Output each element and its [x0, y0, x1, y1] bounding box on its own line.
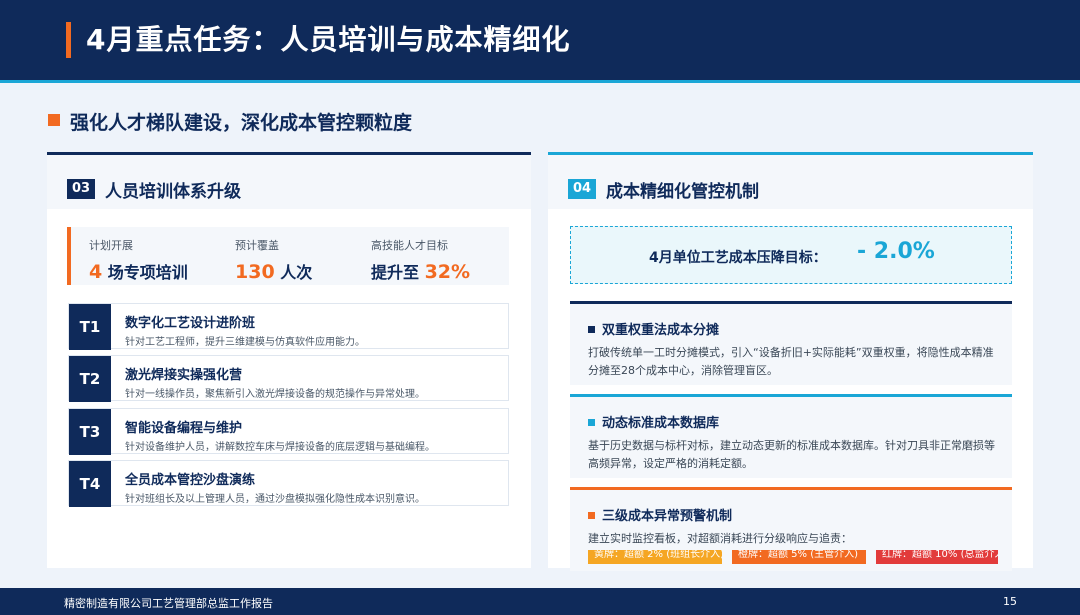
- task-title: 激光焊接实操强化营: [125, 368, 243, 383]
- mechanism-card-1: 双重权重法成本分摊 打破传统单一工时分摊模式，引入“设备折旧+实际能耗”双重权重…: [570, 301, 1012, 385]
- section-subtitle: 强化人才梯队建设，深化成本管控颗粒度: [70, 112, 413, 134]
- mechanism-card-3: 三级成本异常预警机制 建立实时监控看板，对超额消耗进行分级响应与追责： 黄牌：超…: [570, 487, 1012, 571]
- stat-coverage: 预计覆盖 130 人次: [235, 237, 312, 283]
- stat-value: 130 人次: [235, 259, 312, 283]
- task-item-t3: T3 智能设备编程与维护 针对设备维护人员，讲解数控车床与焊接设备的底层逻辑与基…: [68, 408, 509, 455]
- training-panel-header: 03 人员培训体系升级: [47, 155, 531, 209]
- stat-sessions: 计划开展 4 场专项培训: [89, 237, 188, 283]
- task-tag: T3: [69, 409, 111, 455]
- cost-panel-title: 成本精细化管控机制: [606, 182, 759, 202]
- task-item-t4: T4 全员成本管控沙盘演练 针对班组长及以上管理人员，通过沙盘模拟强化隐性成本识…: [68, 460, 509, 507]
- stat-value-unit: 人次: [274, 263, 313, 282]
- square-bullet-icon: [588, 512, 595, 519]
- mechanism-card-2: 动态标准成本数据库 基于历史数据与标杆对标，建立动态更新的标准成本数据库。针对刀…: [570, 394, 1012, 478]
- stat-talent-target: 高技能人才目标 提升至 32%: [371, 237, 470, 283]
- cost-target-label: 4月单位工艺成本压降目标：: [649, 250, 827, 266]
- task-tag: T4: [69, 461, 111, 507]
- stat-value: 提升至 32%: [371, 259, 470, 283]
- square-bullet-icon: [588, 419, 595, 426]
- header-accent-bar: [66, 22, 71, 58]
- page-title: 4月重点任务：人员培训与成本精细化: [86, 23, 571, 56]
- training-panel: 03 人员培训体系升级 计划开展 4 场专项培训 预计覆盖 130 人次 高技能…: [47, 152, 531, 568]
- task-title: 数字化工艺设计进阶班: [125, 316, 256, 331]
- task-desc: 针对一线操作员，聚焦新引入激光焊接设备的规范操作与异常处理。: [125, 389, 425, 400]
- cost-panel-header: 04 成本精细化管控机制: [548, 155, 1033, 209]
- mechanism-title: 三级成本异常预警机制: [602, 509, 733, 524]
- stat-value-prefix: 提升至: [371, 263, 425, 282]
- training-panel-title: 人员培训体系升级: [105, 182, 241, 202]
- stat-value-highlight: 4: [89, 261, 103, 283]
- mechanism-desc: 打破传统单一工时分摊模式，引入“设备折旧+实际能耗”双重权重，将隐性成本精准分摊…: [588, 346, 994, 377]
- header-divider: [0, 80, 1080, 83]
- cost-panel: 04 成本精细化管控机制 4月单位工艺成本压降目标： - 2.0% 双重权重法成…: [548, 152, 1033, 571]
- mechanism-title: 双重权重法成本分摊: [602, 323, 720, 338]
- panel-number-badge: 03: [67, 179, 95, 199]
- stat-value: 4 场专项培训: [89, 259, 188, 283]
- header-bar: 4月重点任务：人员培训与成本精细化: [0, 0, 1080, 80]
- task-desc: 针对工艺工程师，提升三维建模与仿真软件应用能力。: [125, 337, 365, 348]
- subtitle-square-icon: [48, 114, 60, 126]
- task-item-t1: T1 数字化工艺设计进阶班 针对工艺工程师，提升三维建模与仿真软件应用能力。: [68, 303, 509, 350]
- task-desc: 针对设备维护人员，讲解数控车床与焊接设备的底层逻辑与基础编程。: [125, 442, 435, 453]
- training-stats: 计划开展 4 场专项培训 预计覆盖 130 人次 高技能人才目标 提升至 32%: [67, 227, 509, 285]
- task-item-t2: T2 激光焊接实操强化营 针对一线操作员，聚焦新引入激光焊接设备的规范操作与异常…: [68, 355, 509, 402]
- task-title: 全员成本管控沙盘演练: [125, 473, 256, 488]
- stat-label: 预计覆盖: [235, 239, 279, 252]
- stat-value-unit: 场专项培训: [102, 263, 188, 282]
- cost-target-value: - 2.0%: [857, 239, 935, 264]
- footer-bar: 精密制造有限公司工艺管理部总监工作报告 15: [0, 588, 1080, 615]
- task-tag: T2: [69, 356, 111, 402]
- stat-label: 计划开展: [89, 239, 133, 252]
- mechanism-title: 动态标准成本数据库: [602, 416, 720, 431]
- alert-yellow-badge: 黄牌：超额 2% (班组长介入): [588, 550, 722, 564]
- alert-red-badge: 红牌：超额 10% (总监介入): [876, 550, 998, 564]
- alert-orange-badge: 橙牌：超额 5% (主管介入): [732, 550, 866, 564]
- task-desc: 针对班组长及以上管理人员，通过沙盘模拟强化隐性成本识别意识。: [125, 494, 425, 505]
- cost-target-box: 4月单位工艺成本压降目标： - 2.0%: [570, 226, 1012, 284]
- square-bullet-icon: [588, 326, 595, 333]
- stat-value-highlight: 130: [235, 261, 275, 283]
- task-title: 智能设备编程与维护: [125, 421, 243, 436]
- task-tag: T1: [69, 304, 111, 350]
- mechanism-desc: 基于历史数据与标杆对标，建立动态更新的标准成本数据库。针对刀具非正常磨损等高频异…: [588, 439, 995, 470]
- footer-text: 精密制造有限公司工艺管理部总监工作报告: [64, 597, 273, 610]
- stat-label: 高技能人才目标: [371, 239, 448, 252]
- alert-levels: 黄牌：超额 2% (班组长介入) 橙牌：超额 5% (主管介入) 红牌：超额 1…: [588, 550, 998, 564]
- mechanism-desc: 建立实时监控看板，对超额消耗进行分级响应与追责：: [588, 532, 852, 545]
- page-number: 15: [1003, 595, 1017, 608]
- panel-number-badge: 04: [568, 179, 596, 199]
- stat-value-highlight: 32%: [424, 261, 471, 283]
